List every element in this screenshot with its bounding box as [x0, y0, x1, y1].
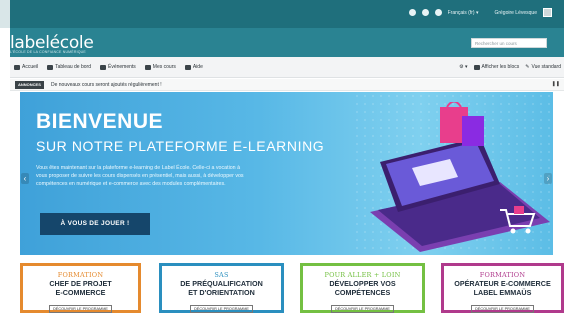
hero-banner: BIENVENUE SUR NOTRE PLATEFORME E-LEARNIN… [20, 92, 553, 255]
notification-icon[interactable] [408, 9, 416, 16]
show-blocks-button[interactable]: Afficher les blocs [473, 64, 520, 70]
announcement-badge: ANNONCES [15, 81, 44, 89]
top-bar-tools: Français (fr) ▾ Grégoire Lévesque [408, 8, 552, 17]
courses-icon [144, 64, 151, 70]
pause-icon[interactable]: ❚❚ [552, 81, 560, 87]
discover-program-button[interactable]: DÉCOUVRIR LE PROGRAMME [49, 305, 112, 313]
dashboard-icon [47, 64, 54, 70]
nav-label: Tableau de bord [55, 64, 91, 70]
program-card-project-manager[interactable]: FORMATION CHEF DE PROJET E-COMMERCE DÉCO… [20, 263, 141, 313]
help-icon [184, 64, 191, 70]
card-title: E-COMMERCE [55, 288, 106, 297]
banner-title: BIENVENUE [36, 110, 164, 133]
nav-item-dashboard[interactable]: Tableau de bord [47, 64, 91, 70]
nav-item-courses[interactable]: Mes cours [144, 64, 176, 70]
program-card-skills[interactable]: POUR ALLER + LOIN DÉVELOPPER VOS COMPÉTE… [300, 263, 425, 313]
card-title: DE PRÉQUALIFICATION [180, 279, 263, 288]
card-label: SAS [214, 271, 229, 279]
avatar[interactable] [543, 8, 552, 17]
user-name[interactable]: Grégoire Lévesque [494, 10, 537, 16]
nav-item-help[interactable]: Aide [184, 64, 203, 70]
nav-item-events[interactable]: Événements [100, 64, 136, 70]
nav-item-home[interactable]: Accueil [14, 64, 38, 70]
logo-tagline: L'ÉCOLE DE LA CONFIANCE NUMÉRIQUE [10, 50, 86, 54]
card-label: FORMATION [57, 271, 104, 279]
discover-program-button[interactable]: DÉCOUVRIR LE PROGRAMME [331, 305, 394, 313]
shopping-bag-icon [462, 116, 484, 146]
card-title: LABEL EMMAÜS [473, 288, 532, 297]
nav-label: Accueil [22, 64, 39, 70]
nav-label: Mes cours [152, 64, 176, 70]
home-icon [14, 64, 20, 70]
announcement-bar: ANNONCES De nouveaux cours seront ajouté… [10, 79, 564, 91]
nav-label: Événements [108, 64, 136, 70]
ecommerce-illustration [370, 102, 550, 252]
message-icon[interactable] [421, 9, 429, 16]
cta-button[interactable]: À VOUS DE JOUER ! [40, 213, 150, 235]
standard-view-label: Vue standard [531, 64, 561, 70]
top-bar-edge [0, 0, 10, 28]
prev-slide-button[interactable]: ‹ [21, 173, 29, 184]
show-blocks-label: Afficher les blocs [481, 64, 520, 70]
discover-program-button[interactable]: DÉCOUVRIR LE PROGRAMME [471, 305, 534, 313]
card-label: FORMATION [479, 271, 526, 279]
pencil-icon: ✎ [525, 64, 530, 70]
card-title: CHEF DE PROJET [49, 279, 112, 288]
globe-icon[interactable] [434, 9, 442, 16]
blocks-icon [473, 64, 480, 70]
banner-description: Vous êtes maintenant sur la plateforme e… [36, 165, 244, 187]
bag-handle [446, 102, 462, 108]
nav-label: Aide [192, 64, 203, 70]
card-title: OPÉRATEUR E-COMMERCE [454, 279, 551, 288]
search-input[interactable]: Rechercher un cours [471, 38, 547, 48]
next-slide-button[interactable]: › [544, 173, 552, 184]
banner-subtitle: SUR NOTRE PLATEFORME E-LEARNING [36, 138, 325, 154]
standard-view-button[interactable]: ✎ Vue standard [525, 64, 561, 70]
calendar-icon [100, 64, 106, 70]
card-title: DÉVELOPPER VOS [329, 279, 396, 288]
card-title: ET D'ORIENTATION [188, 288, 255, 297]
main-nav: Accueil Tableau de bord Événements Mes c… [10, 57, 564, 78]
settings-menu[interactable]: ⚙ ▾ [459, 64, 467, 70]
program-card-prequalification[interactable]: SAS DE PRÉQUALIFICATION ET D'ORIENTATION… [159, 263, 284, 313]
discover-program-button[interactable]: DÉCOUVRIR LE PROGRAMME [190, 305, 253, 313]
card-title: COMPÉTENCES [334, 288, 391, 297]
language-selector[interactable]: Français (fr) ▾ [448, 10, 479, 16]
program-card-emmaus[interactable]: FORMATION OPÉRATEUR E-COMMERCE LABEL EMM… [441, 263, 564, 313]
announcement-text: De nouveaux cours seront ajoutés réguliè… [51, 81, 162, 88]
card-label: POUR ALLER + LOIN [324, 271, 401, 279]
